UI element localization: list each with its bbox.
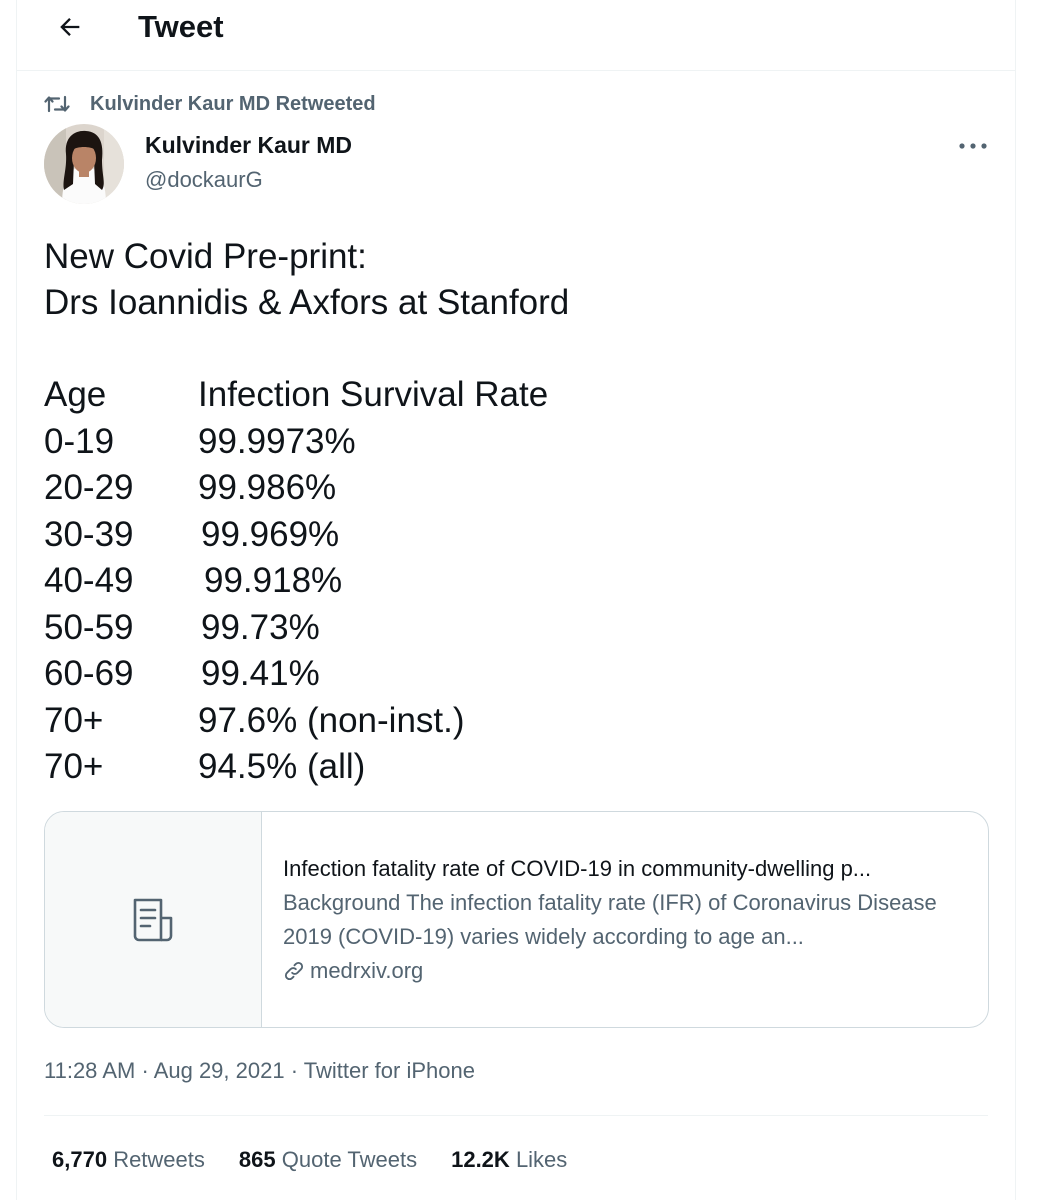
more-icon [959, 143, 987, 149]
tweet-metadata: 11:28 AM · Aug 29, 2021 · Twitter for iP… [44, 1054, 475, 1088]
retweet-icon [44, 93, 72, 115]
survival-rate: 99.41% [201, 654, 320, 693]
link-preview-card[interactable]: Infection fatality rate of COVID-19 in c… [44, 811, 989, 1028]
table-header-rate: Infection Survival Rate [198, 375, 549, 414]
card-thumbnail [45, 812, 262, 1027]
age-range: 60-69 [44, 654, 134, 693]
survival-rate: 99.9973% [198, 421, 356, 461]
tweet-text: New Covid Pre-print: Drs Ioannidis & Axf… [44, 234, 974, 326]
link-icon [283, 960, 305, 982]
age-range: 70+ [44, 747, 104, 786]
survival-rate: 94.5% (all) [198, 747, 366, 786]
likes-label: Likes [515, 1147, 568, 1172]
likes-stat[interactable]: 12.2K Likes [451, 1143, 567, 1177]
column-border-right [1015, 0, 1016, 1200]
avatar[interactable] [44, 124, 124, 204]
card-text: Infection fatality rate of COVID-19 in c… [262, 812, 963, 1027]
document-icon [133, 898, 173, 941]
author-handle[interactable]: @dockaurG [145, 165, 263, 195]
retweets-label: Retweets [113, 1147, 205, 1172]
quote-tweets-label: Quote Tweets [281, 1147, 418, 1172]
card-domain-text: medrxiv.org [310, 958, 424, 983]
arrow-left-icon [60, 18, 80, 36]
survival-rate: 99.73% [201, 607, 320, 647]
back-button[interactable] [51, 8, 89, 46]
card-title: Infection fatality rate of COVID-19 in c… [283, 856, 872, 881]
author-name[interactable]: Kulvinder Kaur MD [145, 130, 352, 160]
survival-rate: 99.918% [204, 561, 343, 600]
tweet-stats: 6,770 Retweets 865 Quote Tweets 12.2K Li… [52, 1143, 601, 1177]
retweets-count: 6,770 [52, 1147, 108, 1172]
tweet-text-line: Drs Ioannidis & Axfors at Stanford [44, 283, 570, 322]
more-options-button[interactable] [950, 130, 996, 162]
retweets-stat[interactable]: 6,770 Retweets [52, 1143, 205, 1177]
age-range: 70+ [44, 700, 104, 740]
quote-tweets-count: 865 [238, 1147, 276, 1172]
age-range: 20-29 [44, 468, 134, 507]
page-title: Tweet [138, 9, 224, 44]
tweet-time[interactable]: 11:28 AM [44, 1058, 135, 1083]
top-header: Tweet [17, 0, 1015, 71]
retweet-context-text: Kulvinder Kaur MD Retweeted [90, 92, 376, 115]
age-range: 0-19 [44, 421, 115, 461]
quote-tweets-stat[interactable]: 865 Quote Tweets [239, 1143, 417, 1177]
card-domain: medrxiv.org [283, 954, 943, 988]
card-description: Background The infection fatality rate (… [283, 890, 937, 949]
column-border-left [16, 0, 17, 1200]
table-header-age: Age [44, 375, 107, 414]
separator: · [141, 1058, 149, 1083]
age-range: 30-39 [44, 514, 134, 554]
age-range: 50-59 [44, 607, 134, 647]
survival-rate: 99.969% [201, 514, 340, 554]
survival-rate: 97.6% (non-inst.) [198, 700, 465, 740]
divider [44, 1115, 988, 1116]
tweet-source[interactable]: Twitter for iPhone [304, 1058, 475, 1083]
likes-count: 12.2K [451, 1147, 510, 1172]
separator: · [290, 1058, 299, 1083]
age-range: 40-49 [44, 561, 134, 600]
tweet-date[interactable]: Aug 29, 2021 [154, 1058, 285, 1083]
tweet-text-line: New Covid Pre-print: [44, 237, 367, 276]
retweet-context[interactable]: Kulvinder Kaur MD Retweeted [44, 90, 376, 118]
survival-rate: 99.986% [198, 468, 337, 507]
